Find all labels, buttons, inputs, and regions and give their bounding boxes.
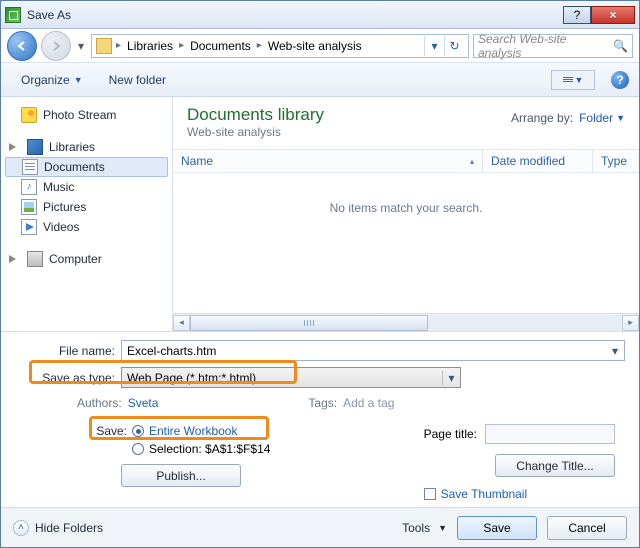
breadcrumb[interactable]: Documents <box>188 39 253 53</box>
checkbox-icon <box>424 488 436 500</box>
new-folder-button[interactable]: New folder <box>99 69 176 91</box>
window-title: Save As <box>27 8 71 22</box>
hide-folders-button[interactable]: ˄ Hide Folders <box>13 520 103 536</box>
sidebar-item-photostream[interactable]: Photo Stream <box>1 105 172 125</box>
save-options-row: Save: Entire Workbook Selection: $A$1:$F… <box>1 420 639 507</box>
music-icon <box>21 179 37 195</box>
computer-icon <box>27 251 43 267</box>
sidebar-item-music[interactable]: Music <box>1 177 172 197</box>
chevron-right-icon[interactable]: ▸ <box>177 40 186 51</box>
tools-dropdown[interactable]: Tools▼ <box>402 521 447 535</box>
libraries-icon <box>27 139 43 155</box>
chevron-down-icon[interactable]: ▾ <box>442 371 460 385</box>
scroll-left-button[interactable]: ◂ <box>173 315 190 331</box>
documents-icon <box>22 159 38 175</box>
horizontal-scrollbar[interactable]: ◂ ▸ <box>173 313 639 331</box>
toolbar: Organize▼ New folder ▼ ? <box>1 63 639 97</box>
authors-value[interactable]: Sveta <box>128 396 159 410</box>
folder-icon <box>96 38 112 54</box>
cancel-button[interactable]: Cancel <box>547 516 627 540</box>
sidebar-item-computer[interactable]: Computer <box>1 249 172 269</box>
excel-icon <box>5 7 21 23</box>
save-entire-radio[interactable]: Save: Entire Workbook <box>51 424 311 438</box>
column-headers: Name▴ Date modified Type <box>173 149 639 173</box>
change-title-button[interactable]: Change Title... <box>495 454 615 477</box>
forward-button[interactable] <box>41 31 71 61</box>
saveastype-label: Save as type: <box>15 371 115 385</box>
titlebar: Save As ? × <box>1 1 639 29</box>
chevron-down-icon[interactable]: ▾ <box>606 344 624 358</box>
tags-label: Tags: <box>308 396 337 410</box>
filename-input[interactable]: Excel-charts.htm ▾ <box>121 340 625 361</box>
authors-label: Authors: <box>77 396 122 410</box>
saveastype-dropdown[interactable]: Web Page (*.htm;*.html) ▾ <box>121 367 461 388</box>
refresh-button[interactable]: ↻ <box>444 36 464 56</box>
tags-value[interactable]: Add a tag <box>343 396 394 410</box>
chevron-right-icon[interactable]: ▸ <box>255 40 264 51</box>
sidebar-item-videos[interactable]: Videos <box>1 217 172 237</box>
metadata-row: Authors: Sveta Tags: Add a tag <box>1 394 639 420</box>
save-button[interactable]: Save <box>457 516 537 540</box>
column-type[interactable]: Type <box>593 150 639 172</box>
address-dropdown[interactable]: ▾ <box>424 36 444 56</box>
photostream-icon <box>21 107 37 123</box>
column-date[interactable]: Date modified <box>483 150 593 172</box>
scroll-right-button[interactable]: ▸ <box>622 315 639 331</box>
arrange-by-dropdown[interactable]: Folder▼ <box>579 111 625 125</box>
sort-arrow-icon: ▴ <box>470 157 474 166</box>
arrange-by-label: Arrange by: <box>511 111 573 125</box>
save-as-dialog: Save As ? × ▾ ▸ Libraries ▸ Documents ▸ … <box>0 0 640 548</box>
breadcrumb[interactable]: Libraries <box>125 39 175 53</box>
footer: ˄ Hide Folders Tools▼ Save Cancel <box>1 507 639 547</box>
save-selection-radio[interactable]: Selection: $A$1:$F$14 <box>51 442 311 456</box>
nav-history-dropdown[interactable]: ▾ <box>75 39 87 53</box>
content-pane: Documents library Web-site analysis Arra… <box>173 97 639 331</box>
library-subtitle: Web-site analysis <box>187 125 324 139</box>
pictures-icon <box>21 199 37 215</box>
sidebar-item-libraries[interactable]: Libraries <box>1 137 172 157</box>
chevron-up-icon: ˄ <box>13 520 29 536</box>
help-button[interactable]: ? <box>563 6 591 24</box>
radio-icon <box>132 425 144 437</box>
column-name[interactable]: Name▴ <box>173 150 483 172</box>
chevron-right-icon[interactable]: ▸ <box>114 40 123 51</box>
sidebar: Photo Stream Libraries Documents Music P… <box>1 97 173 331</box>
save-thumbnail-checkbox[interactable]: Save Thumbnail <box>424 487 615 501</box>
search-input[interactable]: Search Web-site analysis 🔍 <box>473 34 633 58</box>
organize-button[interactable]: Organize▼ <box>11 69 93 91</box>
sidebar-item-pictures[interactable]: Pictures <box>1 197 172 217</box>
filename-form: File name: Excel-charts.htm ▾ Save as ty… <box>1 332 639 394</box>
close-button[interactable]: × <box>591 6 635 24</box>
pagetitle-label: Page title: <box>424 427 477 441</box>
filename-label: File name: <box>15 344 115 358</box>
pagetitle-input[interactable] <box>485 424 615 444</box>
view-options-button[interactable]: ▼ <box>551 70 595 90</box>
nav-row: ▾ ▸ Libraries ▸ Documents ▸ Web-site ana… <box>1 29 639 63</box>
library-title: Documents library <box>187 105 324 125</box>
publish-button[interactable]: Publish... <box>121 464 241 487</box>
search-icon: 🔍 <box>613 39 628 53</box>
radio-icon <box>132 443 144 455</box>
sidebar-item-documents[interactable]: Documents <box>5 157 168 177</box>
empty-list-message: No items match your search. <box>173 173 639 313</box>
scroll-thumb[interactable] <box>190 315 428 331</box>
address-bar[interactable]: ▸ Libraries ▸ Documents ▸ Web-site analy… <box>91 34 469 58</box>
help-icon[interactable]: ? <box>611 71 629 89</box>
back-button[interactable] <box>7 31 37 61</box>
breadcrumb[interactable]: Web-site analysis <box>266 39 364 53</box>
videos-icon <box>21 219 37 235</box>
